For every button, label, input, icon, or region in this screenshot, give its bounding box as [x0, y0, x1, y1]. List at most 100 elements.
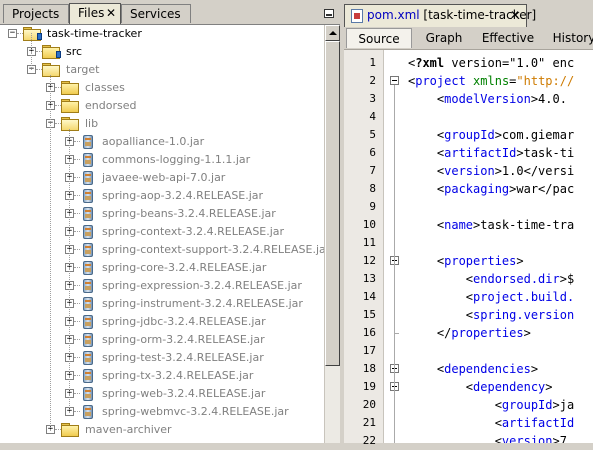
code-line: <version>1.0</versi [408, 162, 574, 180]
jar-icon [83, 261, 93, 275]
code-token: </ [408, 326, 452, 340]
tree-item-label: task-time-tracker [47, 27, 142, 40]
tree-item-folder[interactable]: + classes [0, 79, 324, 97]
code-token: properties [444, 254, 517, 268]
line-number: 13 [362, 272, 376, 285]
tree-item-jar[interactable]: + spring-core-3.2.4.RELEASE.jar [0, 259, 324, 277]
code-line: <?xml version="1.0" enc [408, 54, 574, 72]
tree-item-jar[interactable]: + spring-web-3.2.4.RELEASE.jar [0, 385, 324, 403]
tab-projects[interactable]: Projects [3, 4, 69, 23]
folder-body [61, 425, 79, 437]
tree-item-jar[interactable]: + spring-jdbc-3.2.4.RELEASE.jar [0, 313, 324, 331]
view-tab-history[interactable]: History [546, 28, 593, 48]
tree-item-jar[interactable]: + spring-instrument-3.2.4.RELEASE.jar [0, 295, 324, 313]
tree-item-label: spring-web-3.2.4.RELEASE.jar [102, 387, 266, 400]
tree-item-jar[interactable]: + javaee-web-api-7.0.jar [0, 169, 324, 187]
code-token: version [444, 164, 495, 178]
minimize-window-icon[interactable] [324, 9, 334, 18]
tree-item-jar[interactable]: + commons-logging-1.1.1.jar [0, 151, 324, 169]
tree-item-label: javaee-web-api-7.0.jar [102, 171, 226, 184]
tree-item-folder[interactable]: + maven-archiver [0, 421, 324, 439]
code-token: >task-time-tra [473, 218, 575, 232]
editor-tab-pom-xml[interactable]: pom.xml [task-time-tracker] ✕ [344, 4, 536, 27]
tree-item-folder[interactable]: + src [0, 43, 324, 61]
folder-body [61, 83, 79, 95]
tree-item-label: spring-core-3.2.4.RELEASE.jar [102, 261, 267, 274]
line-number: 9 [369, 200, 376, 213]
jar-icon [83, 297, 93, 311]
code-token: version [501, 434, 553, 443]
tree-item-folder[interactable]: − target [0, 61, 324, 79]
tree-guide-line [74, 177, 80, 178]
line-number-gutter: 1 2 3 4 5 6 7 8 9 10 11 12 13 14 15 16 17 18 19 20 21 22 [344, 50, 384, 447]
tree-item-label: src [66, 45, 83, 58]
tree-item-jar[interactable]: + spring-webmvc-3.2.4.RELEASE.jar [0, 403, 324, 421]
code-token: < [408, 308, 474, 322]
tree-item-label: spring-context-support-3.2.4.RELEASE.jar [102, 243, 324, 256]
code-token: < [408, 416, 502, 430]
code-token: < [408, 380, 474, 394]
line-number: 17 [362, 344, 376, 357]
tree-item-folder[interactable]: + endorsed [0, 97, 324, 115]
code-editor-area[interactable]: <?xml version="1.0" enc <project xmlns="h… [408, 50, 593, 443]
code-token: spring.version [473, 308, 575, 322]
tree-item-jar[interactable]: + spring-aop-3.2.4.RELEASE.jar [0, 187, 324, 205]
code-token: >com.giemar [494, 128, 575, 142]
tree-item-label: spring-webmvc-3.2.4.RELEASE.jar [102, 405, 289, 418]
tree-item-label: aopalliance-1.0.jar [102, 135, 205, 148]
jar-icon [83, 243, 93, 257]
jar-icon [83, 369, 93, 383]
close-icon[interactable]: ✕ [106, 4, 116, 23]
collapse-icon[interactable]: − [8, 29, 17, 38]
tree-guide-line [74, 393, 80, 394]
fold-end-marker [394, 333, 399, 334]
code-token: >7 [552, 434, 567, 443]
jar-icon [83, 135, 93, 149]
tree-item-folder[interactable]: − task-time-tracker [0, 25, 324, 43]
tree-item-jar[interactable]: + spring-tx-3.2.4.RELEASE.jar [0, 367, 324, 385]
code-line: <endorsed.dir>$ [408, 270, 574, 288]
tree-guide-line [74, 141, 80, 142]
code-token: >1.0</versi [494, 164, 575, 178]
code-token: >task-ti [516, 146, 575, 160]
tree-item-label: spring-tx-3.2.4.RELEASE.jar [102, 369, 254, 382]
tab-services[interactable]: Services [121, 4, 191, 23]
line-number: 21 [362, 416, 376, 429]
code-token: > [523, 326, 531, 340]
tree-guide-line [74, 195, 80, 196]
code-line: <version>7 [408, 432, 567, 443]
code-token: version="1.0" enc [444, 56, 575, 70]
tree-item-jar[interactable]: + spring-orm-3.2.4.RELEASE.jar [0, 331, 324, 349]
view-tab-effective[interactable]: Effective [476, 28, 540, 48]
scroll-up-button[interactable] [325, 25, 340, 41]
close-icon[interactable]: ✕ [510, 5, 520, 26]
tree-item-label: spring-expression-3.2.4.RELEASE.jar [102, 279, 302, 292]
code-token: groupId [444, 128, 495, 142]
tree-item-label: spring-aop-3.2.4.RELEASE.jar [102, 189, 264, 202]
tree-item-jar[interactable]: + spring-beans-3.2.4.RELEASE.jar [0, 205, 324, 223]
folder-icon [61, 81, 79, 95]
tree-item-jar[interactable]: + spring-context-3.2.4.RELEASE.jar [0, 223, 324, 241]
code-token: >ja [552, 398, 575, 412]
code-line: <project xmlns="http:// [408, 72, 574, 90]
line-number: 4 [369, 110, 376, 123]
folder-body [61, 119, 79, 131]
view-tab-graph[interactable]: Graph [416, 28, 472, 48]
view-tab-source[interactable]: Source [346, 28, 412, 48]
tree-item-jar[interactable]: + spring-context-support-3.2.4.RELEASE.ja… [0, 241, 324, 259]
fold-collapse-icon[interactable] [390, 76, 399, 85]
scroll-thumb[interactable] [325, 41, 340, 366]
tree-item-label: spring-jdbc-3.2.4.RELEASE.jar [102, 315, 266, 328]
jar-icon [83, 333, 93, 347]
code-token: artifactId [444, 146, 517, 160]
tree-vertical-scrollbar[interactable] [324, 25, 340, 443]
line-number: 3 [369, 92, 376, 105]
tree-item-jar[interactable]: + spring-test-3.2.4.RELEASE.jar [0, 349, 324, 367]
editor-tab-filename: pom.xml [367, 8, 420, 22]
jar-icon [83, 279, 93, 293]
tree-item-folder[interactable]: − lib [0, 115, 324, 133]
code-token: > [530, 362, 539, 376]
tree-item-jar[interactable]: + aopalliance-1.0.jar [0, 133, 324, 151]
tab-files[interactable]: Files ✕ [69, 3, 121, 24]
tree-item-jar[interactable]: + spring-expression-3.2.4.RELEASE.jar [0, 277, 324, 295]
